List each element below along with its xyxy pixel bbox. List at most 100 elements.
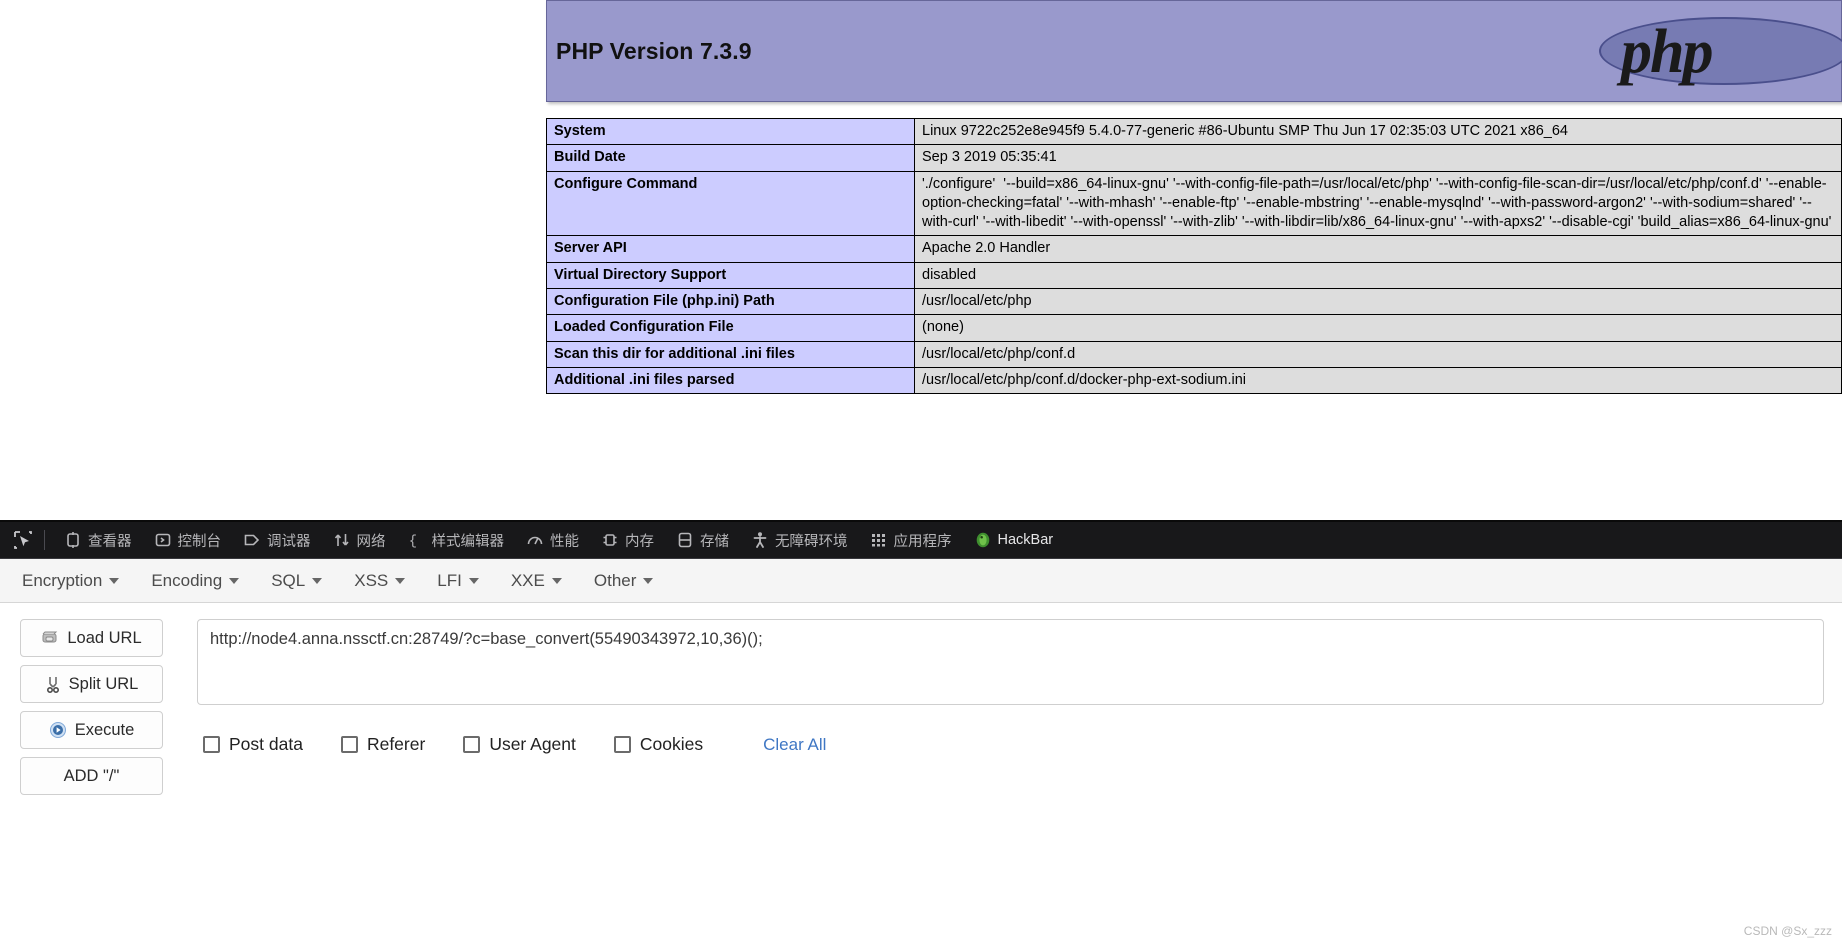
hackbar-option-label: Post data <box>229 734 303 754</box>
chevron-down-icon <box>229 577 240 584</box>
devtools-tab-6[interactable]: 内存 <box>590 522 665 559</box>
devtools-tab-3[interactable]: 网络 <box>322 522 397 559</box>
hackbar-body: Load URL Split URL Execute ADD "/" Post dat… <box>0 603 1842 795</box>
hackbar-button-add[interactable]: ADD "/" <box>20 757 163 795</box>
hackbar-button-execute[interactable]: Execute <box>20 711 163 749</box>
hackbar-menu-label: Encoding <box>151 570 223 590</box>
chevron-down-icon <box>312 577 323 584</box>
application-icon <box>870 531 888 549</box>
hackbar-button-label: ADD "/" <box>63 766 120 785</box>
info-key: Build Date <box>546 144 915 172</box>
info-key: Configure Command <box>546 170 915 237</box>
style-editor-icon: { } <box>408 531 425 550</box>
devtools-tab-label: 样式编辑器 <box>431 533 505 550</box>
hackbar-option-referer[interactable]: Referer <box>340 734 426 755</box>
devtools-tab-label: 查看器 <box>88 533 132 550</box>
hackbar-menu-lfi[interactable]: LFI <box>437 571 497 591</box>
devtools-tab-9[interactable]: 应用程序 <box>859 522 963 559</box>
chevron-down-icon <box>109 577 120 584</box>
table-row: Loaded Configuration File (none) <box>546 314 1842 342</box>
table-row: Configuration File (php.ini) Path/usr/lo… <box>546 287 1842 316</box>
hackbar-option-label: Referer <box>366 734 426 754</box>
execute-icon <box>49 721 67 739</box>
devtools-tab-5[interactable]: 性能 <box>515 522 590 559</box>
devtools-tab-1[interactable]: 控制台 <box>143 522 233 559</box>
hackbar-button-label: Split URL <box>68 674 139 693</box>
info-value: /usr/local/etc/php/conf.d/docker-php-ext… <box>914 366 1842 395</box>
performance-icon <box>526 531 544 549</box>
table-row: Configure Command './configure' '--build=… <box>546 170 1842 237</box>
split-url-icon <box>45 675 61 693</box>
devtools-toolbar: 查看器 控制台 调试器 网络 { } 样式编辑器 性能 内存 存储 无障碍环境 应用程序 HackBa… <box>0 522 1842 559</box>
hackbar-menu-other[interactable]: Other <box>594 571 672 591</box>
table-row: Build Date Sep 3 2019 05:35:41 <box>546 144 1842 172</box>
hackbar-menu-encoding[interactable]: Encoding <box>151 571 257 591</box>
devtools-tab-8[interactable]: 无障碍环境 <box>740 522 859 559</box>
hackbar-button-spliturl[interactable]: Split URL <box>20 665 163 703</box>
devtools-tab-label: 内存 <box>625 533 654 550</box>
phpinfo-content: PHP Version 7.3.9 php System Linux 9722c2… <box>546 0 1842 395</box>
devtools-tab-label: 无障碍环境 <box>775 533 848 550</box>
hackbar-menu-xxe[interactable]: XXE <box>511 571 580 591</box>
info-value: (none) <box>914 314 1842 342</box>
hackbar-option-post-data[interactable]: Post data <box>203 734 303 755</box>
inspector-icon <box>64 531 82 549</box>
chevron-down-icon <box>468 577 479 584</box>
hackbar-button-label: Load URL <box>67 628 142 647</box>
svg-text:{ }: { } <box>408 535 425 550</box>
hackbar-request-area: Post data Referer User Agent Cookies Clear A… <box>197 619 1824 795</box>
element-picker-icon[interactable] <box>6 526 40 554</box>
phpinfo-table: System Linux 9722c252e8e945f9 5.4.0-77-ge… <box>546 117 1842 395</box>
php-logo: php <box>1591 15 1842 89</box>
info-key: Loaded Configuration File <box>546 314 915 342</box>
phpinfo-header: PHP Version 7.3.9 php <box>546 0 1842 102</box>
devtools-tab-0[interactable]: 查看器 <box>53 522 143 559</box>
devtools-tab-label: 性能 <box>550 533 579 550</box>
hackbar-option-user-agent[interactable]: User Agent <box>463 734 576 755</box>
info-value: /usr/local/etc/php/conf.d <box>914 340 1842 368</box>
hackbar-panel: Encryption Encoding SQL XSS LFI XXE Other Load… <box>0 559 1842 942</box>
info-key: System <box>546 117 915 146</box>
hackbar-menu-encryption[interactable]: Encryption <box>22 571 137 591</box>
devtools-tab-4[interactable]: { } 样式编辑器 <box>397 522 516 559</box>
hackbar-menu-xss[interactable]: XSS <box>354 571 423 591</box>
table-row: Virtual Directory Support disabled <box>546 261 1842 289</box>
memory-icon <box>601 531 619 549</box>
hackbar-menu-label: SQL <box>271 570 306 590</box>
url-input[interactable] <box>197 619 1824 705</box>
hackbar-menu-label: XSS <box>354 570 389 590</box>
info-key: Additional .ini files parsed <box>546 366 915 395</box>
info-value: disabled <box>914 261 1842 289</box>
debugger-icon <box>243 531 261 549</box>
chevron-down-icon <box>551 577 562 584</box>
hackbar-menu-label: LFI <box>437 570 462 590</box>
checkbox[interactable] <box>340 736 358 753</box>
hackbar-option-cookies[interactable]: Cookies <box>613 734 704 755</box>
devtools-tab-10[interactable]: HackBar <box>963 522 1065 559</box>
toolbar-divider <box>44 530 45 550</box>
hackbar-button-loadurl[interactable]: Load URL <box>20 619 163 657</box>
devtools-tab-7[interactable]: 存储 <box>665 522 740 559</box>
load-url-icon <box>41 630 59 646</box>
clear-all-button[interactable]: Clear All <box>763 735 826 755</box>
table-row: Server API Apache 2.0 Handler <box>546 235 1842 263</box>
info-key: Server API <box>546 235 915 263</box>
accessibility-icon <box>751 531 769 549</box>
network-icon <box>333 531 351 549</box>
hackbar-menu-sql[interactable]: SQL <box>271 571 340 591</box>
checkbox[interactable] <box>463 736 481 753</box>
info-value: './configure' '--build=x86_64-linux-gnu'… <box>914 170 1842 237</box>
checkbox[interactable] <box>203 736 220 753</box>
checkbox[interactable] <box>613 736 631 753</box>
info-value: Apache 2.0 Handler <box>914 235 1842 263</box>
screen-root: PHP Version 7.3.9 php System Linux 9722c2… <box>0 0 1842 942</box>
hackbar-option-label: Cookies <box>639 734 704 754</box>
hackbar-menu-label: XXE <box>510 570 545 590</box>
info-key: Virtual Directory Support <box>546 261 915 289</box>
info-key: Scan this dir for additional .ini files <box>546 340 915 368</box>
phpinfo-page: PHP Version 7.3.9 php System Linux 9722c2… <box>0 0 1842 520</box>
hackbar-menubar: Encryption Encoding SQL XSS LFI XXE Other <box>0 559 1842 603</box>
devtools-tab-label: 存储 <box>700 533 729 550</box>
devtools-tab-2[interactable]: 调试器 <box>232 522 322 559</box>
hackbar-button-label: Execute <box>74 720 135 739</box>
